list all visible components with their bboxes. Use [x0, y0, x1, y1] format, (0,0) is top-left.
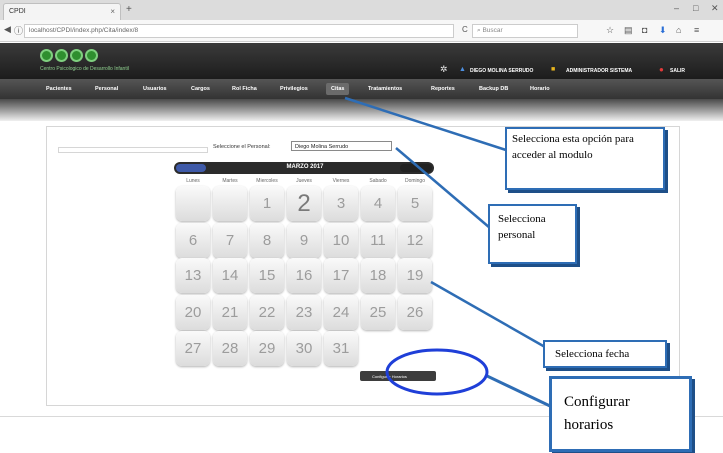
callout-config: Configurar horarios — [549, 376, 692, 452]
callout-option: Selecciona esta opción para acceder al m… — [505, 127, 665, 190]
connector-option — [344, 96, 507, 152]
screenshot-stage: CPDI × + – □ ✕ ◀ ⓘ localhost/CPDI/index.… — [0, 0, 723, 453]
connector-date — [430, 280, 546, 349]
callout-date: Selecciona fecha — [543, 340, 667, 368]
highlight-ellipse — [385, 348, 489, 396]
connector-config — [484, 373, 551, 408]
callout-personal: Selecciona personal — [488, 204, 577, 264]
connector-personal — [395, 147, 491, 229]
